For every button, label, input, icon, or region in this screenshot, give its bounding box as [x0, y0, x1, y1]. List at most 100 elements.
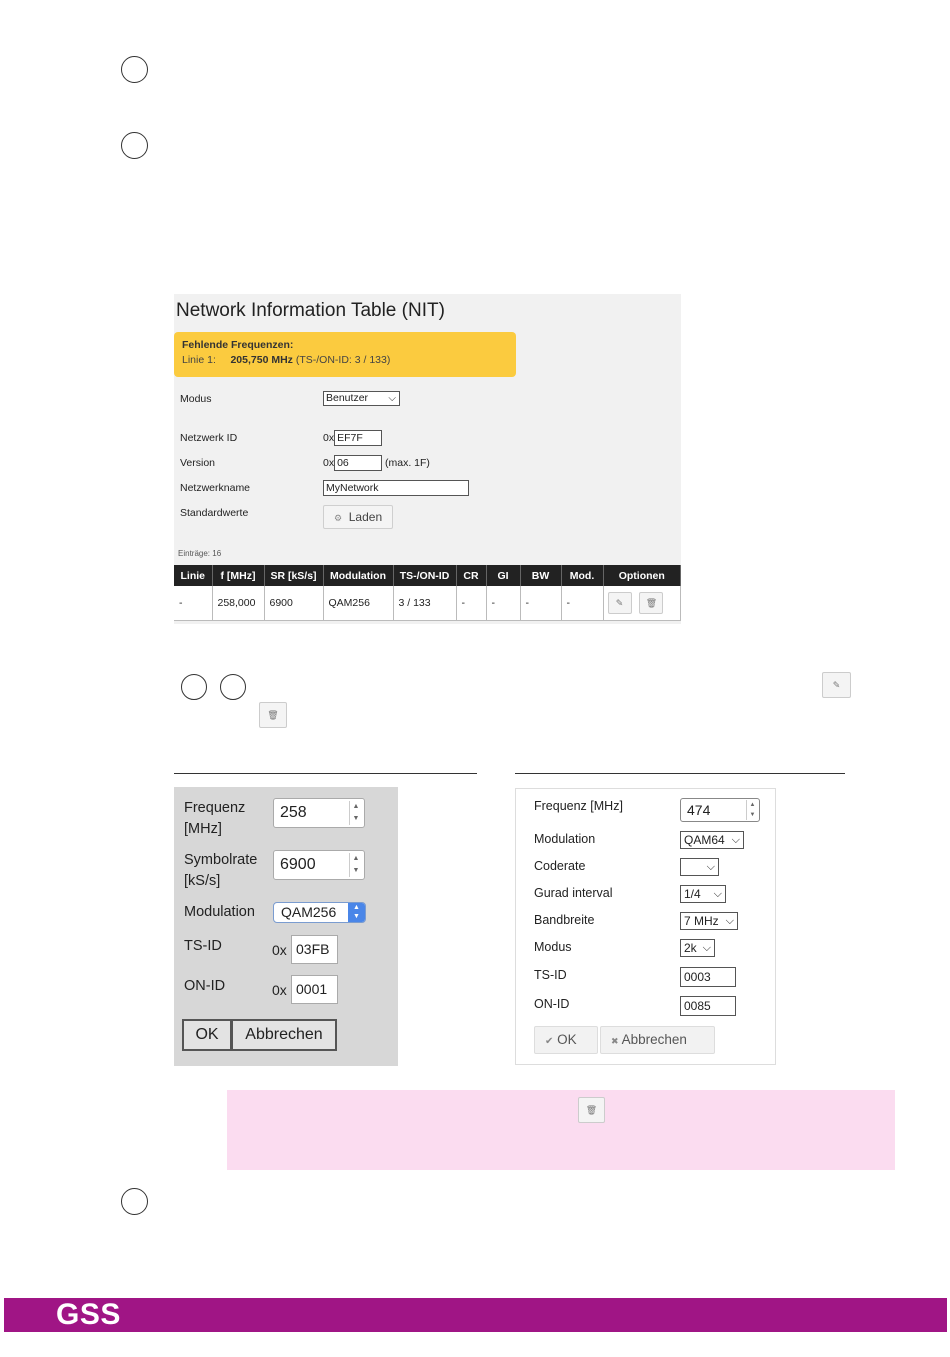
- tsid-prefix: 0x: [272, 942, 287, 958]
- spinner-arrows-icon[interactable]: ▲ ▼: [349, 801, 362, 825]
- mode-label: Modus: [180, 393, 212, 405]
- table-cell: -: [174, 586, 213, 621]
- delete-icon: 🗑: [259, 702, 287, 728]
- divider: [515, 773, 845, 774]
- network-id-input[interactable]: EF7F: [334, 430, 383, 446]
- table-cell: -: [486, 586, 521, 621]
- mode-value: Benutzer: [326, 392, 369, 404]
- version-input[interactable]: 06: [334, 455, 383, 471]
- tsid-label: TS-ID: [534, 968, 567, 982]
- page-title: Network Information Table (NIT): [176, 300, 445, 321]
- column-header: f [MHz]: [212, 565, 265, 586]
- symbolrate-label: Symbolrate [kS/s]: [184, 850, 257, 892]
- onid-label: ON-ID: [184, 978, 226, 994]
- edit-dialog-old: Frequenz [MHz] 258 ▲ ▼ Symbolrate [kS/s] …: [174, 787, 398, 1066]
- select-arrows-icon: ▲ ▼: [348, 903, 365, 922]
- table-cell: 6900: [264, 586, 324, 621]
- modulation-value: QAM64: [684, 833, 725, 847]
- coderate-select[interactable]: ⌵: [680, 858, 719, 876]
- table-cell: -: [520, 586, 562, 621]
- tsid-input[interactable]: 0003: [680, 967, 736, 987]
- symbolrate-label-line1: Symbolrate: [184, 852, 258, 868]
- table-cell: 258,000: [212, 586, 265, 621]
- ok-button[interactable]: OK: [182, 1019, 232, 1051]
- modulation-select[interactable]: QAM256 ▲ ▼: [273, 902, 366, 923]
- edit-icon[interactable]: ✎: [607, 591, 632, 614]
- column-header: Mod.: [561, 565, 604, 586]
- frequency-label-line2: [MHz]: [184, 821, 222, 837]
- column-header: TS-/ON-ID: [393, 565, 457, 586]
- column-header: Optionen: [603, 565, 681, 586]
- network-id-label: Netzwerk ID: [180, 432, 238, 444]
- table-cell: 3 / 133: [393, 586, 457, 621]
- missing-frequencies-warning: Fehlende Frequenzen: Linie 1: 205,750 MH…: [174, 332, 516, 377]
- frequency-value: 474: [687, 802, 711, 818]
- bandwidth-select[interactable]: 7 MHz ⌵: [680, 912, 738, 930]
- mode-select[interactable]: Benutzer ⌵: [323, 391, 400, 406]
- mode-select[interactable]: 2k ⌵: [680, 939, 715, 957]
- onid-input[interactable]: 0001: [291, 975, 338, 1004]
- check-icon: ✔: [545, 1036, 554, 1047]
- bandwidth-label: Bandbreite: [534, 913, 595, 927]
- onid-label: ON-ID: [534, 997, 570, 1011]
- gear-icon: ⚙: [334, 513, 343, 523]
- frequency-spinner[interactable]: 258 ▲ ▼: [273, 798, 365, 828]
- edit-dialog-new: Frequenz [MHz] 474 ▲ ▼ Modulation QAM64 ⌵ …: [515, 788, 776, 1065]
- step-marker: [181, 674, 207, 700]
- chevron-down-icon: ⌵: [388, 393, 396, 404]
- edit-icon: ✎: [822, 672, 851, 698]
- delete-icon[interactable]: 🗑: [639, 591, 664, 614]
- frequency-label: Frequenz [MHz]: [534, 799, 623, 813]
- column-header: BW: [520, 565, 562, 586]
- symbolrate-spinner[interactable]: 6900 ▲ ▼: [273, 850, 365, 880]
- footer-bar: GSS: [4, 1298, 947, 1332]
- step-marker: [220, 674, 246, 700]
- table-cell: -: [456, 586, 487, 621]
- tsid-label: TS-ID: [184, 938, 222, 954]
- warning-title: Fehlende Frequenzen:: [182, 339, 294, 351]
- frequency-value: 258: [280, 804, 307, 821]
- guard-interval-select[interactable]: 1/4 ⌵: [680, 885, 726, 903]
- guard-interval-label: Gurad interval: [534, 886, 613, 900]
- spinner-arrows-icon[interactable]: ▲ ▼: [746, 800, 758, 820]
- bandwidth-value: 7 MHz: [684, 914, 719, 928]
- table-cell: QAM256: [323, 586, 394, 621]
- note-box: 🗑: [227, 1090, 895, 1170]
- warning-ids: (TS-/ON-ID: 3 / 133): [295, 354, 391, 366]
- chevron-down-icon: ⌵: [713, 888, 722, 900]
- load-defaults-button[interactable]: ⚙ Laden: [323, 505, 394, 529]
- ok-button-label: OK: [557, 1032, 577, 1047]
- tsid-input[interactable]: 03FB: [291, 935, 338, 964]
- network-id-prefix: 0x: [323, 431, 335, 444]
- mode-value: 2k: [684, 941, 697, 955]
- ok-button[interactable]: ✔ OK: [534, 1026, 598, 1054]
- step-marker: [121, 1188, 148, 1215]
- table-cell: -: [561, 586, 604, 621]
- modulation-select[interactable]: QAM64 ⌵: [680, 831, 744, 849]
- frequency-spinner[interactable]: 474 ▲ ▼: [680, 798, 760, 822]
- defaults-label: Standardwerte: [180, 507, 249, 519]
- column-header: Modulation: [323, 565, 394, 586]
- entries-count: Einträge: 16: [178, 549, 222, 558]
- load-button-label: Laden: [348, 510, 383, 524]
- chevron-down-icon: ⌵: [706, 861, 715, 873]
- delete-icon: 🗑: [578, 1097, 605, 1123]
- guard-interval-value: 1/4: [684, 887, 701, 901]
- warning-line-label: Linie 1:: [182, 354, 216, 366]
- version-label: Version: [180, 457, 216, 469]
- cancel-button[interactable]: Abbrechen: [231, 1019, 337, 1051]
- chevron-down-icon: ⌵: [702, 942, 711, 954]
- network-name-input[interactable]: MyNetwork: [323, 480, 469, 496]
- onid-input[interactable]: 0085: [680, 996, 736, 1016]
- nit-panel: Network Information Table (NIT) Fehlende…: [174, 294, 681, 624]
- frequency-label-line1: Frequenz: [184, 800, 246, 816]
- modulation-label: Modulation: [184, 904, 255, 920]
- options-cell: ✎ 🗑: [603, 586, 681, 621]
- step-marker: [121, 56, 148, 83]
- divider: [174, 773, 477, 774]
- chevron-down-icon: ⌵: [731, 834, 740, 846]
- warning-frequency: 205,750 MHz: [230, 354, 293, 366]
- table-header-row: Linie f [MHz] SR [kS/s] Modulation TS-/O…: [174, 565, 681, 586]
- spinner-arrows-icon[interactable]: ▲ ▼: [349, 853, 362, 877]
- cancel-button[interactable]: ✖ Abbrechen: [600, 1026, 715, 1054]
